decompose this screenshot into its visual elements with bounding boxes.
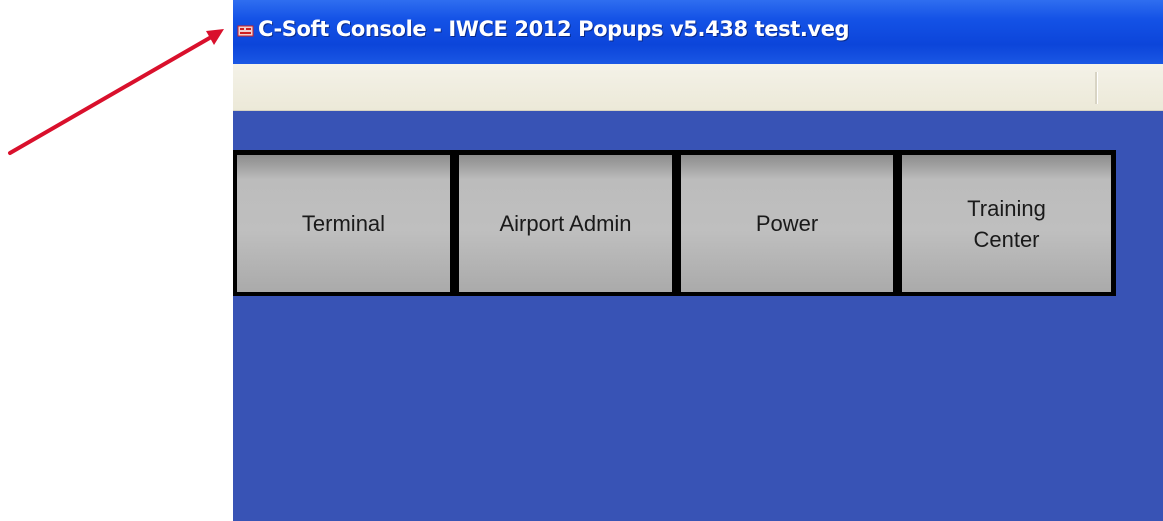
- terminal-button[interactable]: Terminal: [237, 155, 450, 292]
- airport-admin-button-label: Airport Admin: [499, 211, 632, 236]
- window-title: C-Soft Console - IWCE 2012 Popups v5.438…: [258, 17, 850, 41]
- training-center-button-label: Training Center: [967, 193, 1046, 255]
- power-button-label: Power: [755, 211, 819, 236]
- training-center-button[interactable]: Training Center: [902, 155, 1111, 292]
- app-window: C-Soft Console - IWCE 2012 Popups v5.438…: [233, 0, 1163, 521]
- app-icon: [237, 25, 254, 37]
- power-button[interactable]: Power: [681, 155, 893, 292]
- airport-admin-button[interactable]: Airport Admin: [459, 155, 672, 292]
- training-center-label-line2: Center: [973, 226, 1040, 252]
- terminal-button-label: Terminal: [301, 211, 386, 236]
- screenshot-stage: C-Soft Console - IWCE 2012 Popups v5.438…: [0, 0, 1163, 521]
- training-center-label-line1: Training: [967, 195, 1046, 221]
- toolbar-grip[interactable]: [1095, 72, 1098, 104]
- title-bar[interactable]: C-Soft Console - IWCE 2012 Popups v5.438…: [233, 0, 1163, 64]
- red-arrow-icon: [8, 29, 224, 155]
- toolbar-strip: [233, 64, 1163, 111]
